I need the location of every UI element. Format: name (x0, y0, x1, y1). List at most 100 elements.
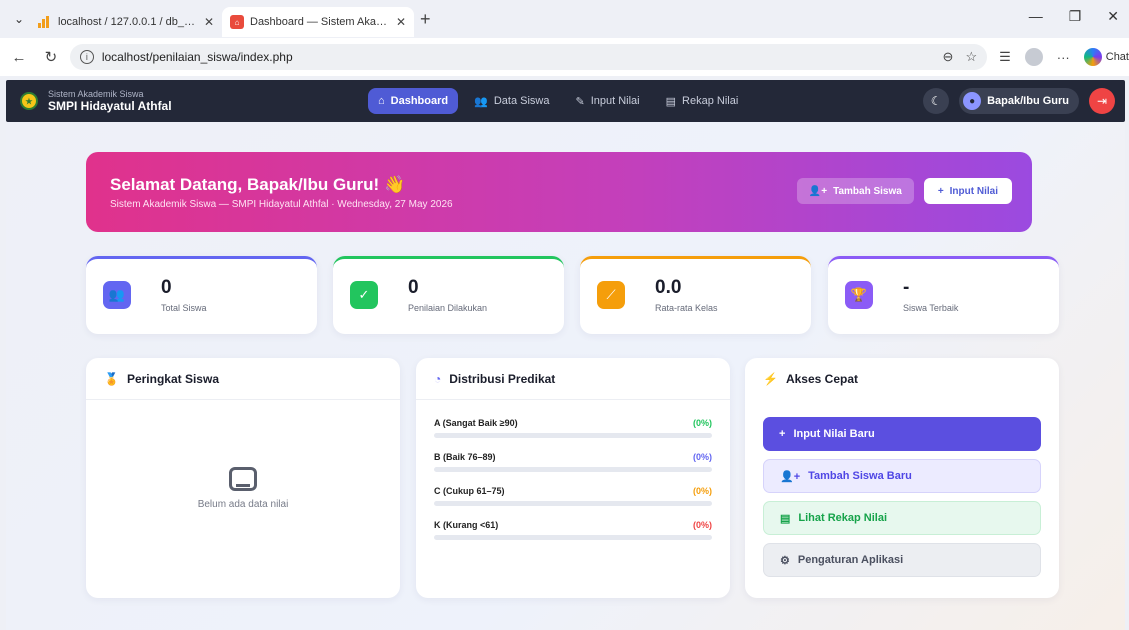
stat-rata-rata: ⟋ 0.0 Rata-rata Kelas (580, 256, 811, 334)
close-window-icon[interactable]: ✕ (1107, 8, 1119, 25)
panel-title: Distribusi Predikat (449, 371, 556, 386)
welcome-title: Selamat Datang, Bapak/Ibu Guru! 👋 (110, 175, 406, 194)
nav-input-nilai[interactable]: ✎ Input Nilai (565, 88, 649, 114)
brand[interactable]: ★ Sistem Akademik Siswa SMPI Hidayatul A… (20, 89, 172, 113)
lihat-rekap-nilai-button[interactable]: ▤ Lihat Rekap Nilai (763, 501, 1041, 535)
input-grade-button[interactable]: + Input Nilai (923, 178, 1012, 204)
stat-value: 0 (161, 277, 172, 298)
dark-mode-toggle[interactable]: ☾ (923, 88, 950, 114)
progress-track (434, 501, 712, 506)
more-menu-icon[interactable]: ··· (1057, 50, 1070, 65)
nav-label: Dashboard (390, 95, 449, 107)
distribution-row: B (Baik 76–89) (0%) (434, 452, 712, 472)
brand-subtitle: Sistem Akademik Siswa (48, 89, 144, 99)
nav-label: Rekap Nilai (682, 95, 739, 107)
url-field[interactable]: i localhost/penilaian_siswa/index.php ⊖ … (69, 44, 988, 70)
favorites-icon[interactable]: ☰ (999, 49, 1011, 65)
welcome-banner: Selamat Datang, Bapak/Ibu Guru! 👋 Sistem… (86, 152, 1032, 232)
progress-track (434, 535, 712, 540)
tab-title: localhost / 127.0.0.1 / db_penilaian (58, 16, 198, 28)
predicate-percent: (0%) (692, 486, 712, 496)
logout-icon: ⇥ (1096, 94, 1108, 108)
brand-title: SMPI Hidayatul Athfal (48, 99, 172, 113)
empty-state-text: Belum ada data nilai (197, 499, 289, 510)
back-arrow-icon[interactable]: ← (6, 49, 32, 66)
zoom-icon[interactable]: ⊖ (943, 49, 954, 65)
browser-tab-dashboard[interactable]: ⌂ Dashboard — Sistem Akademik Si ✕ (222, 7, 414, 37)
url-text: localhost/penilaian_siswa/index.php (101, 50, 293, 64)
stat-siswa-terbaik: 🏆 - Siswa Terbaik (828, 256, 1059, 334)
predicate-label: B (Baik 76–89) (434, 452, 496, 462)
profile-avatar[interactable] (1024, 48, 1043, 66)
logout-button[interactable]: ⇥ (1089, 88, 1115, 114)
nav-dashboard[interactable]: ⌂ Dashboard (368, 88, 459, 114)
clipboard-check-icon: ✓ (350, 281, 378, 309)
stat-label: Siswa Terbaik (903, 303, 959, 313)
pie-chart-icon: ◔ (434, 371, 442, 386)
tab-close-icon[interactable]: ✕ (204, 15, 214, 29)
nav-right: ☾ ● Bapak/Ibu Guru ⇥ (923, 88, 1115, 114)
lightning-icon: ⚡ (763, 372, 778, 386)
school-logo-icon: ★ (20, 92, 38, 110)
quick-access-panel: ⚡ Akses Cepat + Input Nilai Baru 👤+ Tamb… (745, 358, 1059, 598)
stat-value: 0 (408, 277, 419, 298)
button-label: Input Nilai Baru (793, 428, 875, 440)
file-icon: ▤ (665, 95, 677, 108)
nav-rekap-nilai[interactable]: ▤ Rekap Nilai (656, 88, 749, 114)
distribution-panel: ◔ Distribusi Predikat A (Sangat Baik ≥90… (416, 358, 730, 598)
phpmyadmin-favicon-icon (38, 16, 52, 28)
user-menu-button[interactable]: ● Bapak/Ibu Guru (959, 88, 1079, 114)
panel-header: ⚡ Akses Cepat (745, 358, 1059, 400)
distribution-row: C (Cukup 61–75) (0%) (434, 486, 712, 506)
edit-icon: ✎ (575, 95, 585, 108)
tab-close-icon[interactable]: ✕ (396, 15, 406, 29)
medal-icon: 🏅 (104, 371, 119, 386)
ranking-panel: 🏅 Peringkat Siswa Belum ada data nilai (86, 358, 400, 598)
predicate-percent: (0%) (692, 452, 712, 462)
add-student-button[interactable]: 👤+ Tambah Siswa (796, 178, 914, 204)
stat-value: 0.0 (655, 277, 682, 298)
trophy-icon: 🏆 (845, 281, 873, 309)
browser-tab-bar: ⌄ localhost / 127.0.0.1 / db_penilaian ✕… (0, 0, 1129, 38)
restore-icon[interactable]: ❐ (1069, 8, 1082, 25)
panel-header: ◔ Distribusi Predikat (416, 358, 730, 400)
user-plus-icon: 👤+ (780, 470, 801, 483)
copilot-logo-icon (1083, 48, 1102, 66)
window-controls: — ❐ ✕ (1029, 8, 1119, 25)
stat-penilaian: ✓ 0 Penilaian Dilakukan (333, 256, 564, 334)
user-label: Bapak/Ibu Guru (987, 95, 1069, 107)
predicate-label: A (Sangat Baik ≥90) (434, 418, 518, 428)
browser-tab-phpmyadmin[interactable]: localhost / 127.0.0.1 / db_penilaian ✕ (30, 7, 222, 37)
chat-label: Chat (1105, 51, 1129, 63)
button-label: Tambah Siswa Baru (808, 470, 912, 482)
site-info-icon[interactable]: i (79, 50, 94, 64)
welcome-subtitle: Sistem Akademik Siswa — SMPI Hidayatul A… (110, 199, 453, 210)
user-circle-icon: ● (963, 92, 982, 110)
nav-data-siswa[interactable]: 👥 Data Siswa (464, 88, 559, 114)
user-plus-icon: 👤+ (808, 185, 828, 197)
predicate-percent: (0%) (692, 418, 712, 428)
distribution-row: K (Kurang <61) (0%) (434, 520, 712, 540)
stat-total-siswa: 👥 0 Total Siswa (86, 256, 317, 334)
predicate-percent: (0%) (692, 520, 712, 530)
app-favicon-icon: ⌂ (230, 15, 244, 29)
main-content: Selamat Datang, Bapak/Ibu Guru! 👋 Sistem… (6, 122, 1125, 630)
tab-list-chevron-icon[interactable]: ⌄ (8, 8, 30, 30)
gear-icon: ⚙ (780, 554, 790, 567)
inbox-icon (229, 467, 257, 491)
nav-links: ⌂ Dashboard 👥 Data Siswa ✎ Input Nilai ▤… (368, 88, 748, 114)
file-icon: ▤ (780, 512, 791, 525)
new-tab-plus-icon[interactable]: + (420, 9, 431, 30)
reload-icon[interactable]: ↻ (38, 48, 64, 66)
users-icon: 👥 (474, 95, 488, 108)
stat-label: Penilaian Dilakukan (408, 303, 488, 313)
chat-button[interactable]: Chat (1083, 48, 1129, 66)
stat-value: - (903, 277, 910, 298)
app-navbar: ★ Sistem Akademik Siswa SMPI Hidayatul A… (6, 80, 1125, 122)
bookmark-star-icon[interactable]: ☆ (965, 49, 977, 65)
pengaturan-aplikasi-button[interactable]: ⚙ Pengaturan Aplikasi (763, 543, 1041, 577)
tambah-siswa-baru-button[interactable]: 👤+ Tambah Siswa Baru (763, 459, 1041, 493)
progress-track (434, 467, 712, 472)
minimize-icon[interactable]: — (1029, 8, 1043, 25)
input-nilai-baru-button[interactable]: + Input Nilai Baru (763, 417, 1041, 451)
